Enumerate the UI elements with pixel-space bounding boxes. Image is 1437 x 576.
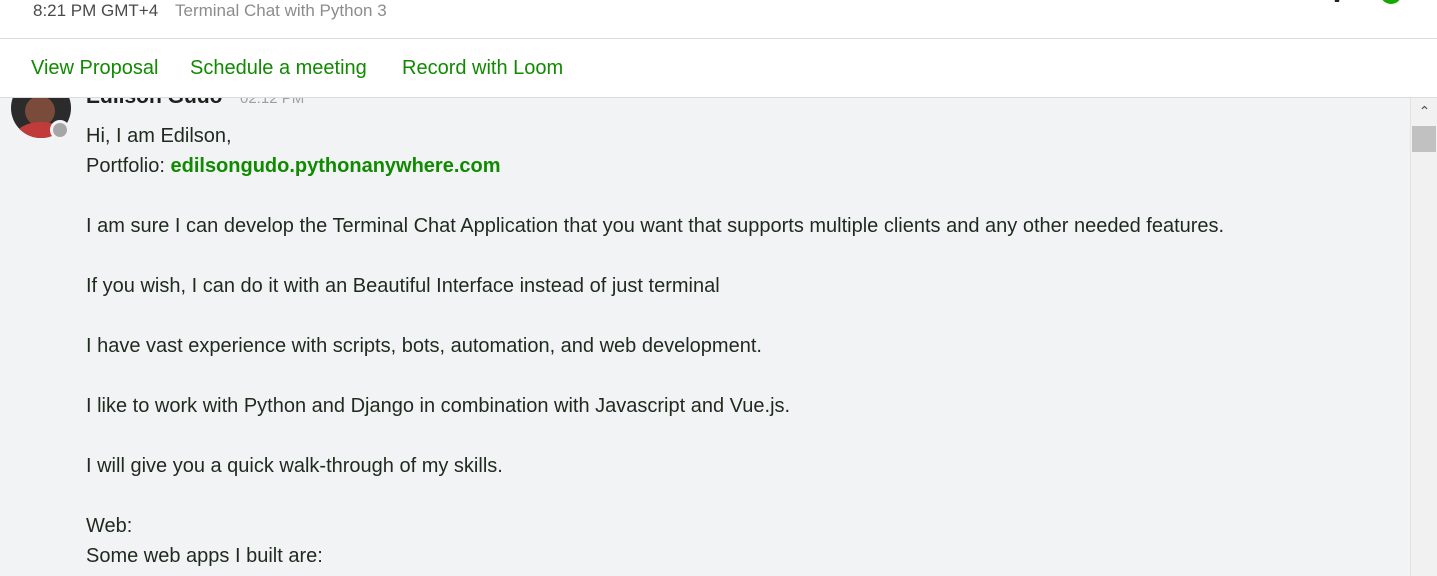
local-time: 8:21 PM GMT+4 <box>33 1 159 20</box>
job-title[interactable]: Terminal Chat with Python 3 <box>175 0 387 23</box>
scroll-thumb[interactable] <box>1412 126 1436 152</box>
action-bar: View Proposal Schedule a meeting Record … <box>0 39 1437 98</box>
message-paragraph: Web: <box>86 515 133 537</box>
record-loom-link[interactable]: Record with Loom <box>402 55 563 81</box>
message-paragraph: I have vast experience with scripts, bot… <box>86 335 762 357</box>
message-timestamp: 02:12 PM <box>240 98 305 107</box>
portfolio-line: Portfolio: edilsongudo.pythonanywhere.co… <box>86 153 501 179</box>
presence-indicator <box>50 120 70 140</box>
portfolio-link[interactable]: edilsongudo.pythonanywhere.com <box>170 155 500 177</box>
conversation-header: 8:21 PM GMT+4 Terminal Chat with Python … <box>0 0 1437 39</box>
message-thread: Edilson Gudo 02:12 PM Hi, I am Edilson, … <box>0 98 1410 576</box>
message-greeting: Hi, I am Edilson, <box>86 125 232 147</box>
message-paragraph: I will give you a quick walk-through of … <box>86 455 503 477</box>
scroll-up-arrow-icon[interactable]: ⌃ <box>1411 100 1437 122</box>
message-paragraph: If you wish, I can do it with an Beautif… <box>86 275 720 297</box>
online-status-icon <box>1380 0 1402 4</box>
portfolio-label: Portfolio: <box>86 155 171 177</box>
schedule-meeting-link[interactable]: Schedule a meeting <box>190 55 367 81</box>
message-paragraph: Some web apps I built are: <box>86 545 323 567</box>
message-paragraph: I am sure I can develop the Terminal Cha… <box>86 215 1225 237</box>
message-paragraph: I like to work with Python and Django in… <box>86 395 791 417</box>
view-proposal-link[interactable]: View Proposal <box>31 55 158 81</box>
thread-scrollbar[interactable]: ⌃ <box>1410 98 1437 576</box>
phone-icon[interactable] <box>1331 0 1343 4</box>
sender-name[interactable]: Edilson Gudo <box>86 98 223 110</box>
